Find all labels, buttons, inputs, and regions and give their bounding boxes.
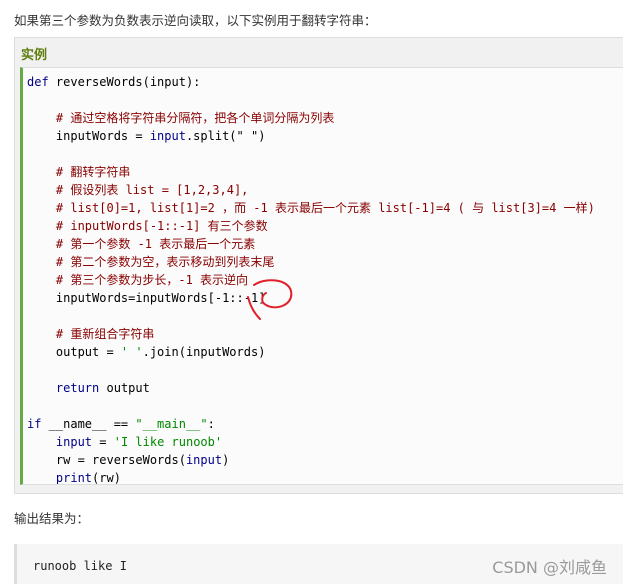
code-block: def reverseWords(input): # 通过空格将字符串分隔符，把…: [20, 67, 623, 485]
code-token: def: [27, 75, 56, 89]
code-token: input: [185, 453, 223, 467]
code-token: "__main__": [135, 417, 208, 431]
code-line: # inputWords[-1::-1] 有三个参数: [27, 217, 595, 235]
code-token: :: [207, 417, 215, 431]
code-token: # 重新组合字符串: [27, 327, 155, 341]
code-token: if: [27, 417, 42, 431]
code-token: 'I like runoob': [113, 435, 223, 449]
code-line: # 第二个参数为空，表示移动到列表末尾: [27, 253, 595, 271]
output-text: runoob like I: [33, 559, 127, 573]
code-token: # inputWords[-1::-1] 有三个参数: [27, 219, 268, 233]
code-token: .join(inputWords): [142, 345, 266, 359]
code-token: # 假设列表 list = [1,2,3,4],: [27, 183, 249, 197]
code-token: input: [55, 435, 93, 449]
code-token: rw = reverseWords(: [27, 453, 186, 467]
code-token: # 第三个参数为步长，-1 表示逆向: [27, 273, 249, 287]
code-line: # 第一个参数 -1 表示最后一个元素: [27, 235, 595, 253]
code-token: return: [55, 381, 100, 395]
code-line: # 通过空格将字符串分隔符，把各个单词分隔为列表: [27, 109, 595, 127]
code-token: reverseWords(input):: [55, 75, 201, 89]
code-line: output = ' '.join(inputWords): [27, 343, 595, 361]
code-token: inputWords =: [27, 129, 150, 143]
code-token: # 翻转字符串: [27, 165, 131, 179]
example-box: 实例 def reverseWords(input): # 通过空格将字符串分隔…: [14, 37, 623, 494]
code-token: # list[0]=1, list[1]=2 ，而 -1 表示最后一个元素 li…: [27, 201, 595, 215]
code-token: ): [222, 453, 230, 467]
code-line: if __name__ == "__main__":: [27, 415, 595, 433]
code-token: input: [149, 129, 186, 143]
code-token: print: [55, 471, 93, 485]
code-line: # 假设列表 list = [1,2,3,4],: [27, 181, 595, 199]
code-token: inputWords=inputWords[-1::-1]: [27, 291, 266, 305]
code-token: # 第一个参数 -1 表示最后一个元素: [27, 237, 256, 251]
code-line: # 翻转字符串: [27, 163, 595, 181]
code-token: (rw): [92, 471, 121, 485]
code-line: inputWords=inputWords[-1::-1]: [27, 289, 595, 307]
code-line: inputWords = input.split(" "): [27, 127, 595, 145]
code-token: output =: [27, 345, 121, 359]
code-token: # 第二个参数为空，表示移动到列表末尾: [27, 255, 275, 269]
code-token: output: [99, 381, 150, 395]
code-token: __name__ ==: [41, 417, 136, 431]
example-title: 实例: [21, 48, 48, 63]
code-lines: def reverseWords(input): # 通过空格将字符串分隔符，把…: [27, 73, 595, 485]
code-line: rw = reverseWords(input): [27, 451, 595, 469]
code-line: return output: [27, 379, 595, 397]
code-token: .split(" "): [185, 129, 266, 143]
output-label: 输出结果为：: [14, 511, 90, 526]
intro-text: 如果第三个参数为负数表示逆向读取，以下实例用于翻转字符串：: [14, 13, 377, 28]
code-line: # 第三个参数为步长，-1 表示逆向: [27, 271, 595, 289]
code-line: # list[0]=1, list[1]=2 ，而 -1 表示最后一个元素 li…: [27, 199, 595, 217]
csdn-watermark: CSDN @刘咸鱼: [492, 558, 607, 577]
code-line: print(rw): [27, 469, 595, 485]
code-token: # 通过空格将字符串分隔符，把各个单词分隔为列表: [27, 111, 335, 125]
code-line: input = 'I like runoob': [27, 433, 595, 451]
code-line: def reverseWords(input):: [27, 73, 595, 91]
code-line: # 重新组合字符串: [27, 325, 595, 343]
code-token: ' ': [120, 345, 143, 359]
code-token: =: [92, 435, 114, 449]
